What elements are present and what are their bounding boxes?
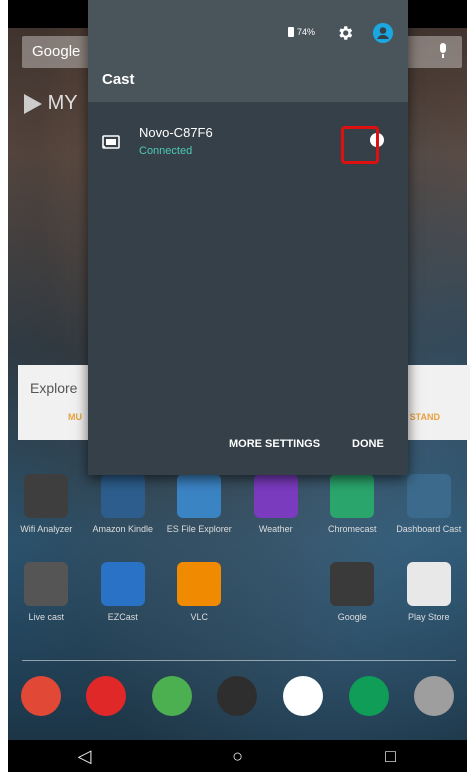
app-label: VLC xyxy=(190,612,208,622)
chrome-icon[interactable] xyxy=(20,676,61,716)
play-widget-label: MY xyxy=(47,92,78,114)
battery-icon xyxy=(288,27,294,37)
app-chromecast[interactable]: Chromecast xyxy=(314,474,391,534)
google-logo: Google xyxy=(32,43,81,60)
wifi-analyzer-icon xyxy=(24,474,69,518)
explore-right-label: STAND xyxy=(409,412,440,422)
app-label: Live cast xyxy=(28,612,65,622)
gear-icon[interactable] xyxy=(336,24,354,42)
status-bar-left xyxy=(8,0,88,28)
account-avatar-icon[interactable] xyxy=(373,23,393,43)
dock-divider xyxy=(22,660,456,661)
camera-icon[interactable] xyxy=(414,676,455,716)
app-row-1: Wifi Analyzer Amazon Kindle ES File Explor… xyxy=(8,474,467,534)
home-button[interactable]: ○ xyxy=(218,746,258,767)
explore-title: Explore xyxy=(30,380,78,396)
battery-percent: 74% xyxy=(297,27,316,37)
maps-icon[interactable] xyxy=(151,676,192,716)
app-drawer-icon[interactable] xyxy=(217,676,258,716)
dialog-actions: MORE SETTINGS DONE xyxy=(88,438,408,458)
play-widget[interactable]: MY xyxy=(24,92,78,115)
youtube-icon[interactable] xyxy=(86,676,127,716)
app-ezcast[interactable]: EZCast xyxy=(85,562,162,622)
blank-icon xyxy=(254,562,298,606)
app-play-store[interactable]: Play Store xyxy=(391,562,468,622)
ezcast-icon xyxy=(100,562,145,606)
explore-left-label: MU xyxy=(68,412,82,422)
app-label: Wifi Analyzer xyxy=(20,524,73,534)
cast-connected-icon xyxy=(102,135,120,149)
vlc-icon xyxy=(177,562,222,606)
back-button[interactable]: ◁ xyxy=(65,746,105,767)
kindle-icon xyxy=(100,474,145,518)
more-settings-button[interactable]: MORE SETTINGS xyxy=(229,438,320,450)
highlight-box xyxy=(341,126,379,164)
es-file-explorer-icon xyxy=(177,474,222,518)
navigation-bar: ◁ ○ □ xyxy=(8,740,467,772)
app-blank xyxy=(238,562,315,622)
mic-icon[interactable] xyxy=(438,43,448,59)
app-label: Google xyxy=(337,612,367,622)
dashboard-cast-icon xyxy=(406,474,451,518)
play-store-icon xyxy=(406,562,451,606)
app-label: Amazon Kindle xyxy=(92,524,154,534)
gmail-icon[interactable] xyxy=(283,676,324,716)
cast-title: Cast xyxy=(102,71,135,88)
app-label: Chromecast xyxy=(327,524,377,534)
app-label: Play Store xyxy=(407,612,450,622)
app-vlc[interactable]: VLC xyxy=(161,562,238,622)
app-row-2: Live cast EZCast VLC Google Play Store xyxy=(8,562,467,622)
cast-dialog: 74% Cast Novo-C87F6 Connected MORE SETTI… xyxy=(88,0,408,475)
google-folder-icon xyxy=(330,562,375,606)
live-cast-icon xyxy=(24,562,69,606)
dock xyxy=(8,676,467,716)
app-label: Dashboard Cast xyxy=(396,524,462,534)
device-status: Connected xyxy=(139,145,193,157)
status-bar-right xyxy=(407,0,467,28)
done-button[interactable]: DONE xyxy=(352,438,384,450)
play-icon xyxy=(24,93,42,114)
device-name: Novo-C87F6 xyxy=(139,125,213,140)
app-wifi-analyzer[interactable]: Wifi Analyzer xyxy=(8,474,85,534)
recents-button[interactable]: □ xyxy=(371,746,411,767)
app-label: Weather xyxy=(258,524,293,534)
weather-icon xyxy=(253,474,298,518)
quick-settings-header: 74% Cast xyxy=(88,0,408,102)
app-dashboard-cast[interactable]: Dashboard Cast xyxy=(391,474,468,534)
chromecast-icon xyxy=(330,474,375,518)
battery-indicator: 74% xyxy=(288,27,315,37)
app-label: EZCast xyxy=(107,612,138,622)
app-kindle[interactable]: Amazon Kindle xyxy=(85,474,162,534)
app-live-cast[interactable]: Live cast xyxy=(8,562,85,622)
app-es-file-explorer[interactable]: ES File Explorer xyxy=(161,474,238,534)
app-label: ES File Explorer xyxy=(166,524,232,534)
app-weather[interactable]: Weather xyxy=(238,474,315,534)
hangouts-icon[interactable] xyxy=(348,676,389,716)
app-google-folder[interactable]: Google xyxy=(314,562,391,622)
